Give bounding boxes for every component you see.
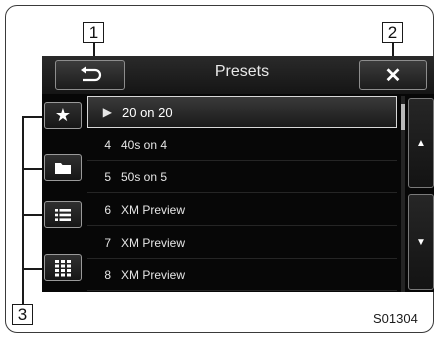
preset-number: 6 [104,202,111,217]
scrollbar[interactable] [401,96,405,292]
return-arrow-icon [81,66,102,82]
preset-name: XM Preview [121,267,186,282]
scroll-up-button[interactable]: ▲ [408,98,434,188]
triangle-up-icon: ▲ [416,137,426,149]
preset-number: 8 [104,267,111,282]
preset-row[interactable]: ▶ 20 on 20 [87,96,397,128]
star-icon: ★ [54,105,72,125]
preset-name: 40s on 4 [121,137,168,152]
preset-name: XM Preview [121,235,186,250]
keypad-grid-icon [55,259,71,276]
preset-number: 5 [104,169,111,184]
preset-row[interactable]: 7 XM Preview [87,227,397,259]
presets-screen: Presets ✕ ★ ▶ 20 on 20 4 40s on 4 5 50s … [42,56,434,292]
scroll-down-button[interactable]: ▼ [408,194,434,290]
callout-3-tick [22,214,44,216]
preset-number: 7 [104,235,111,250]
folder-icon [55,162,71,174]
header-bar: Presets ✕ [42,56,434,94]
callout-3: 3 [12,304,33,325]
callout-2: 2 [382,22,403,43]
callout-3-tick [22,168,44,170]
preset-row[interactable]: 5 50s on 5 [87,161,397,193]
callout-1: 1 [83,22,104,43]
callout-3-bracket [22,116,24,304]
back-button[interactable] [55,60,125,90]
preset-list: ▶ 20 on 20 4 40s on 4 5 50s on 5 6 XM Pr… [87,94,397,292]
list-icon [55,208,71,221]
preset-row[interactable]: 4 40s on 4 [87,129,397,161]
page-title: Presets [214,63,270,80]
figure-code: S01304 [373,311,418,326]
callout-3-tick [22,116,44,118]
triangle-down-icon: ▼ [416,236,426,248]
preset-row[interactable]: 8 XM Preview [87,259,397,291]
preset-row[interactable]: 6 XM Preview [87,194,397,226]
scrollbar-thumb[interactable] [401,104,405,130]
play-icon: ▶ [102,105,112,119]
list-button[interactable] [44,201,82,228]
keypad-button[interactable] [44,254,82,281]
callout-3-tick [22,268,44,270]
favorites-button[interactable]: ★ [44,102,82,129]
preset-name: 50s on 5 [121,169,168,184]
close-x-icon: ✕ [384,64,402,87]
preset-name: 20 on 20 [122,104,173,120]
folder-button[interactable] [44,154,82,181]
close-button[interactable]: ✕ [359,60,427,90]
preset-number: 4 [104,137,111,152]
preset-name: XM Preview [121,202,186,217]
